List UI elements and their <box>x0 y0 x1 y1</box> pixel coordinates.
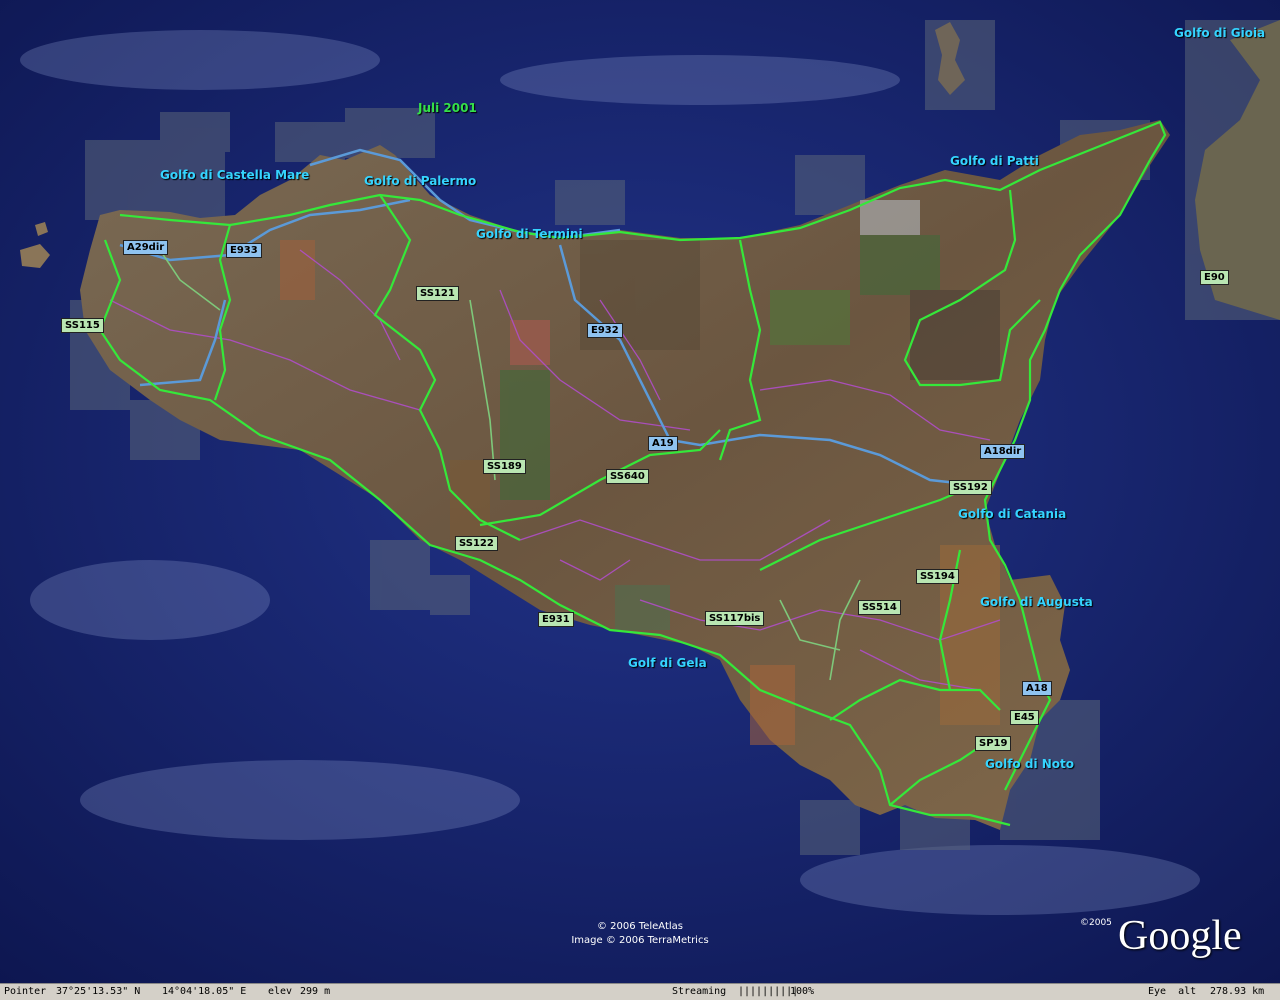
overlay-date-label: Juli 2001 <box>418 101 477 115</box>
road-shield-ss640[interactable]: SS640 <box>606 469 649 484</box>
road-shield-a19[interactable]: A19 <box>648 436 678 451</box>
water-label-golfo-di-catania: Golfo di Catania <box>958 507 1067 521</box>
road-shield-ss194[interactable]: SS194 <box>916 569 959 584</box>
road-shield-e90[interactable]: E90 <box>1200 270 1229 285</box>
road-shield-sp19[interactable]: SP19 <box>975 736 1012 751</box>
logo-year: ©2005 <box>1080 918 1112 928</box>
road-shield-e45[interactable]: E45 <box>1010 710 1039 725</box>
status-bar: Pointer 37°25'13.53" N 14°04'18.05" E el… <box>0 983 1280 1000</box>
satellite-map <box>0 0 1280 983</box>
pointer-label: Pointer <box>4 986 47 997</box>
water-label-golfo-di-augusta: Golfo di Augusta <box>980 595 1093 609</box>
water-label-golfo-di-castella-mare: Golfo di Castella Mare <box>160 168 310 182</box>
road-shield-a18dir[interactable]: A18dir <box>980 444 1026 459</box>
elevation-value: 299 m <box>300 986 331 997</box>
road-shield-ss115[interactable]: SS115 <box>61 318 104 333</box>
road-shield-ss121[interactable]: SS121 <box>416 286 459 301</box>
eye-alt-label: Eye alt <box>1148 986 1197 997</box>
streaming-label: Streaming <box>672 986 727 997</box>
map-viewport[interactable]: Juli 2001 Golfo di Gioia Golfo di Castel… <box>0 0 1280 983</box>
google-logo: Google <box>1118 913 1242 959</box>
water-label-golfo-di-termini: Golfo di Termini <box>476 227 583 241</box>
streaming-percent: 100% <box>790 986 815 997</box>
road-shield-ss117bis[interactable]: SS117bis <box>705 611 765 626</box>
pointer-latitude: 37°25'13.53" N <box>56 986 141 997</box>
road-shield-ss189[interactable]: SS189 <box>483 459 526 474</box>
road-shield-e931[interactable]: E931 <box>538 612 574 627</box>
road-shield-a29dir[interactable]: A29dir <box>123 240 169 255</box>
road-shield-ss122[interactable]: SS122 <box>455 536 498 551</box>
eye-alt-value: 278.93 km <box>1210 986 1265 997</box>
road-shield-ss192[interactable]: SS192 <box>949 480 992 495</box>
water-label-golfo-di-noto: Golfo di Noto <box>985 757 1074 771</box>
copyright-terrametrics: Image © 2006 TerraMetrics <box>571 935 709 946</box>
water-label-golfo-di-gioia: Golfo di Gioia <box>1174 26 1266 40</box>
elev-label: elev <box>268 986 293 997</box>
copyright-teleatlas: © 2006 TeleAtlas <box>596 921 683 932</box>
water-label-golfo-di-patti: Golfo di Patti <box>950 154 1039 168</box>
road-shield-e933[interactable]: E933 <box>226 243 262 258</box>
water-label-golf-di-gela: Golf di Gela <box>628 656 707 670</box>
road-shield-a18[interactable]: A18 <box>1022 681 1052 696</box>
road-shield-e932[interactable]: E932 <box>587 323 623 338</box>
pointer-longitude: 14°04'18.05" E <box>162 986 247 997</box>
road-shield-ss514[interactable]: SS514 <box>858 600 901 615</box>
water-label-golfo-di-palermo: Golfo di Palermo <box>364 174 477 188</box>
